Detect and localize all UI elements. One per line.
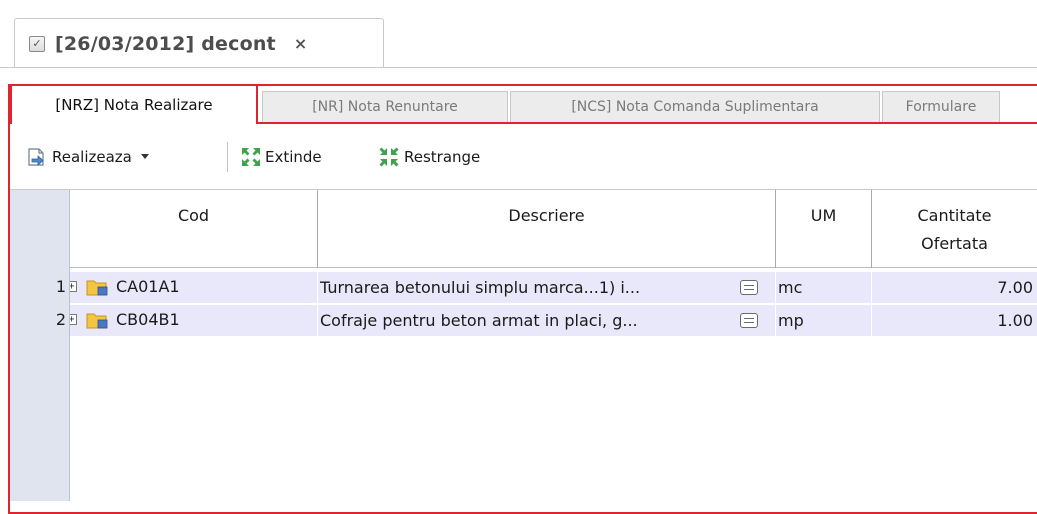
column-header-um[interactable]: UM xyxy=(776,190,872,268)
um-cell[interactable]: mp xyxy=(776,305,872,336)
sub-tab-strip: [NRZ] Nota Realizare [NR] Nota Renuntare… xyxy=(10,84,1037,124)
column-header-cantitate-ofertata[interactable]: Cantitate Ofertata xyxy=(872,190,1037,268)
tab-nota-comanda-suplimentara[interactable]: [NCS] Nota Comanda Suplimentara xyxy=(510,91,880,122)
descriere-value: Turnarea betonului simplu marca...1) i..… xyxy=(320,278,641,297)
um-cell[interactable]: mc xyxy=(776,272,872,303)
extinde-button[interactable]: Extinde xyxy=(240,144,322,170)
checkbox-icon: ✓ xyxy=(29,35,45,52)
expand-plus-icon[interactable]: + xyxy=(70,314,77,325)
cantitate-cell[interactable]: 7.00 xyxy=(872,272,1037,303)
descriere-cell[interactable]: Cofraje pentru beton armat in placi, g..… xyxy=(318,305,776,336)
restrange-icon xyxy=(379,147,399,167)
tab-formulare[interactable]: Formulare xyxy=(882,91,1000,122)
cod-value: CB04B1 xyxy=(116,310,180,329)
realizeaza-icon xyxy=(28,148,44,166)
cantitate-value: 1.00 xyxy=(997,311,1033,330)
extinde-icon xyxy=(242,148,260,166)
note-icon[interactable] xyxy=(740,313,758,328)
cantitate-value: 7.00 xyxy=(997,278,1033,297)
folder-icon xyxy=(86,313,108,329)
folder-icon xyxy=(86,280,108,296)
cod-value: CA01A1 xyxy=(116,277,180,296)
note-icon[interactable] xyxy=(740,280,758,295)
toolbar-separator xyxy=(227,142,228,172)
table-row[interactable]: 2 + CB04B1 Cofraje pentru beton armat in… xyxy=(56,305,1037,337)
row-indicator-column xyxy=(10,190,70,501)
restrange-label: Restrange xyxy=(404,148,481,166)
close-icon[interactable]: × xyxy=(294,34,307,53)
document-tab[interactable]: ✓ [26/03/2012] decont × xyxy=(14,18,384,68)
cod-cell[interactable]: + CB04B1 xyxy=(70,305,318,336)
descriere-cell[interactable]: Turnarea betonului simplu marca...1) i..… xyxy=(318,272,776,303)
tab-underline xyxy=(258,122,1037,124)
tab-nota-realizare[interactable]: [NRZ] Nota Realizare xyxy=(10,84,258,124)
extinde-label: Extinde xyxy=(265,148,322,166)
dropdown-arrow-icon[interactable] xyxy=(140,153,150,161)
toolbar: Realizeaza Extinde Restrange xyxy=(10,128,1037,190)
table-row[interactable]: 1 + CA01A1 Turnarea betonului simplu mar… xyxy=(56,272,1037,304)
tabstrip-divider xyxy=(0,67,1037,68)
realizeaza-button[interactable]: Realizeaza xyxy=(26,144,150,170)
cod-cell[interactable]: + CA01A1 xyxy=(70,272,318,303)
column-header-cod[interactable]: Cod xyxy=(70,190,318,268)
column-header-descriere[interactable]: Descriere xyxy=(318,190,776,268)
grid-header: Cod Descriere UM Cantitate Ofertata xyxy=(70,190,1037,268)
expand-plus-icon[interactable]: + xyxy=(70,281,77,292)
cantitate-cell[interactable]: 1.00 xyxy=(872,305,1037,336)
tab-nota-renuntare[interactable]: [NR] Nota Renuntare xyxy=(262,91,508,122)
document-tab-title: [26/03/2012] decont xyxy=(55,32,276,55)
um-value: mc xyxy=(778,278,803,297)
descriere-value: Cofraje pentru beton armat in placi, g..… xyxy=(320,311,638,330)
realizeaza-label: Realizeaza xyxy=(52,148,132,166)
um-value: mp xyxy=(778,311,804,330)
restrange-button[interactable]: Restrange xyxy=(378,144,480,170)
row-number: 2 xyxy=(55,310,66,329)
row-number: 1 xyxy=(55,277,66,296)
items-grid: Cod Descriere UM CantitateOfertata 1 + C… xyxy=(10,190,1037,501)
